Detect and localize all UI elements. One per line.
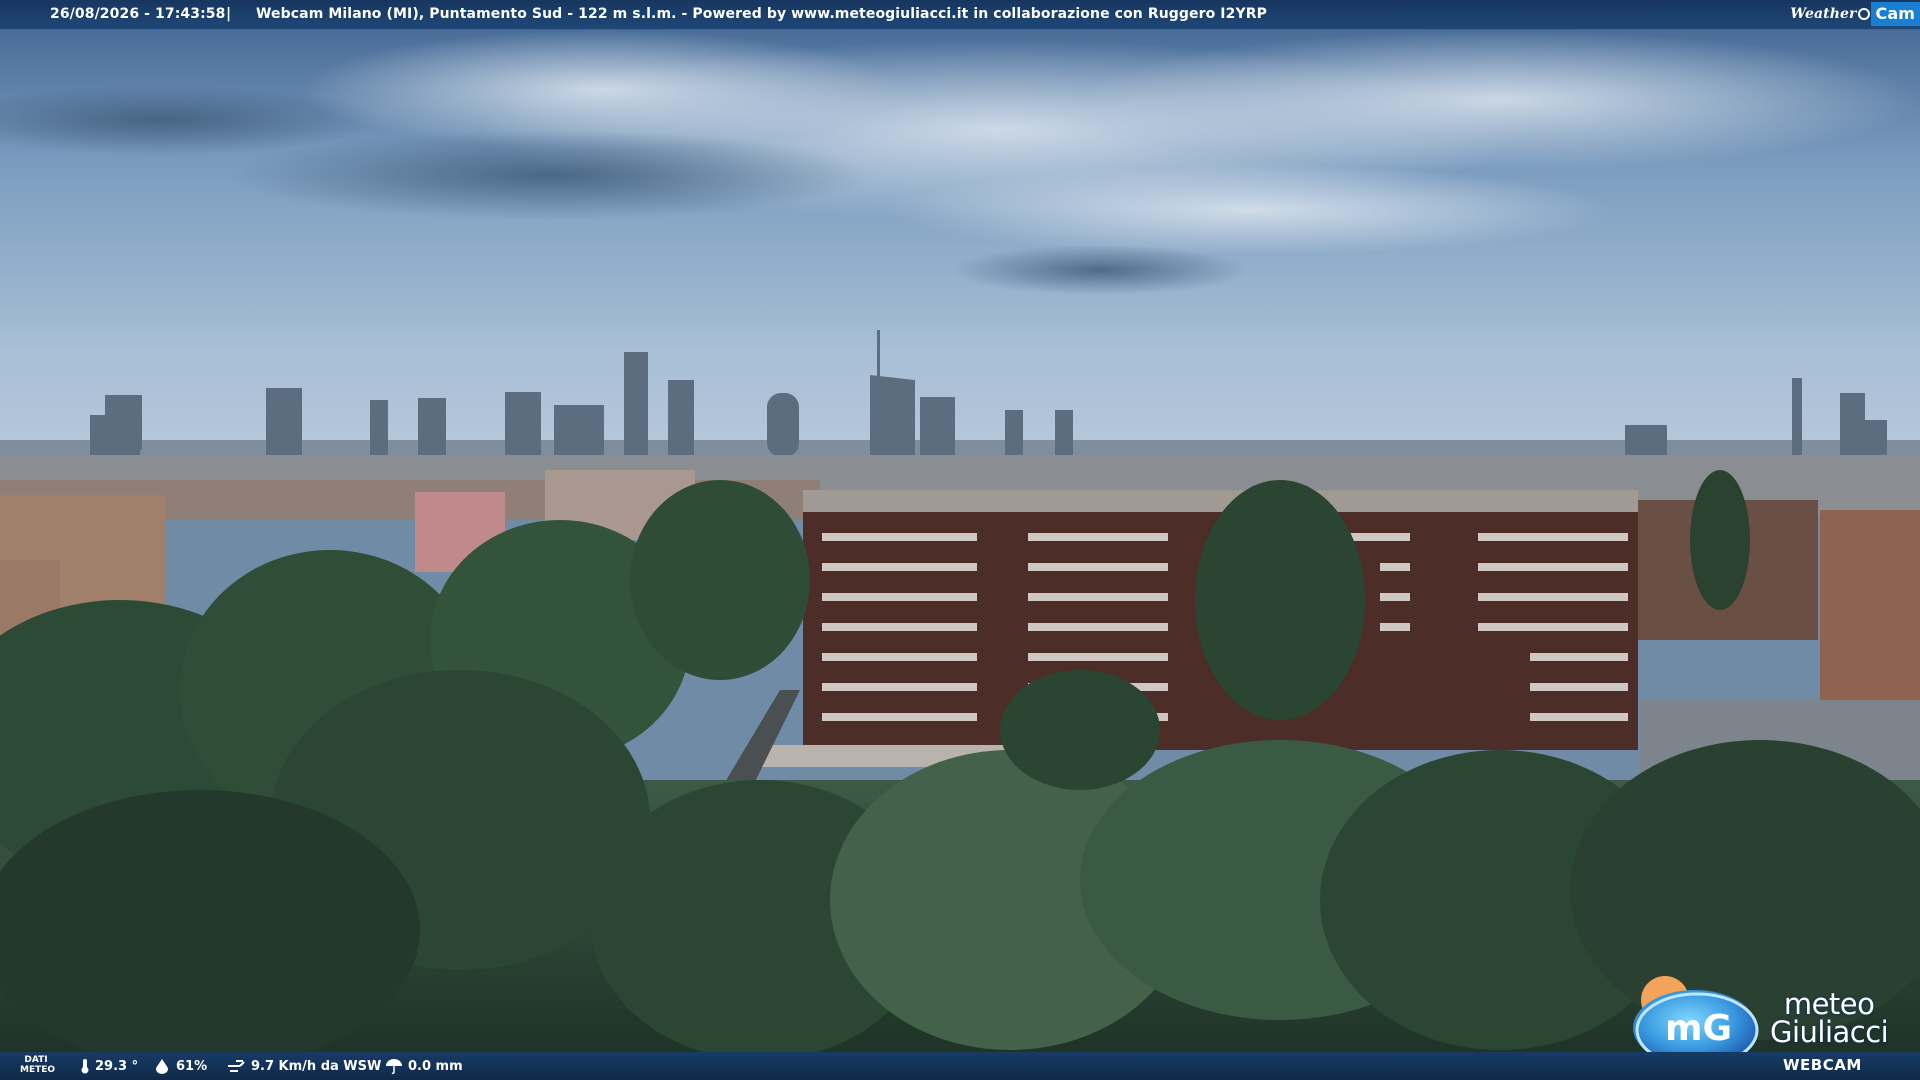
wordmark-line2: Giuliacci	[1770, 1015, 1889, 1049]
temperature-value: 29.3 °	[95, 1058, 139, 1074]
temperature-reading: 29.3 °	[80, 1058, 138, 1074]
wind-value: 9.7 Km/h da WSW	[251, 1058, 382, 1074]
humidity-value: 61%	[176, 1058, 208, 1074]
rain-reading: 0.0 mm	[385, 1058, 463, 1074]
logo-dot-icon	[1858, 8, 1871, 20]
logo-cam: Cam	[1871, 2, 1920, 26]
apartment-building	[755, 490, 1638, 767]
header-bar: 26/08/2026 - 17:43:58 | Webcam Milano (M…	[0, 0, 1920, 30]
drop-icon	[156, 1059, 168, 1074]
mg-badge: mG	[1665, 1008, 1732, 1049]
dati-line1: DATI	[24, 1055, 48, 1065]
umbrella-icon	[386, 1059, 402, 1074]
dati-meteo-label: DATI METEO	[20, 1055, 56, 1075]
webcam-info: Webcam Milano (MI), Puntamento Sud - 122…	[256, 6, 1267, 22]
webcam-label: WEBCAM	[1783, 1056, 1862, 1074]
thermometer-icon	[81, 1059, 89, 1074]
weather-data-bar: DATI METEO 29.3 ° 61% 9.7 Km/h da WSW 0.…	[0, 1052, 1920, 1080]
rain-value: 0.0 mm	[408, 1058, 463, 1074]
meteogiuliacci-wordmark: meteo Giuliacci	[1770, 987, 1889, 1049]
webcam-frame: 26/08/2026 - 17:43:58 | Webcam Milano (M…	[0, 0, 1920, 1080]
separator: |	[226, 6, 232, 22]
wind-reading: 9.7 Km/h da WSW	[226, 1058, 381, 1074]
timestamp: 26/08/2026 - 17:43:58	[50, 6, 226, 22]
logo-word: Weather	[1790, 6, 1857, 22]
webcam-image	[0, 0, 1920, 1070]
wind-icon	[228, 1060, 245, 1072]
humidity-reading: 61%	[153, 1058, 207, 1074]
dati-line2: METEO	[20, 1065, 56, 1075]
wordmark-line1: meteo	[1783, 987, 1875, 1021]
weathercam-logo: Weather Cam	[1790, 0, 1920, 28]
